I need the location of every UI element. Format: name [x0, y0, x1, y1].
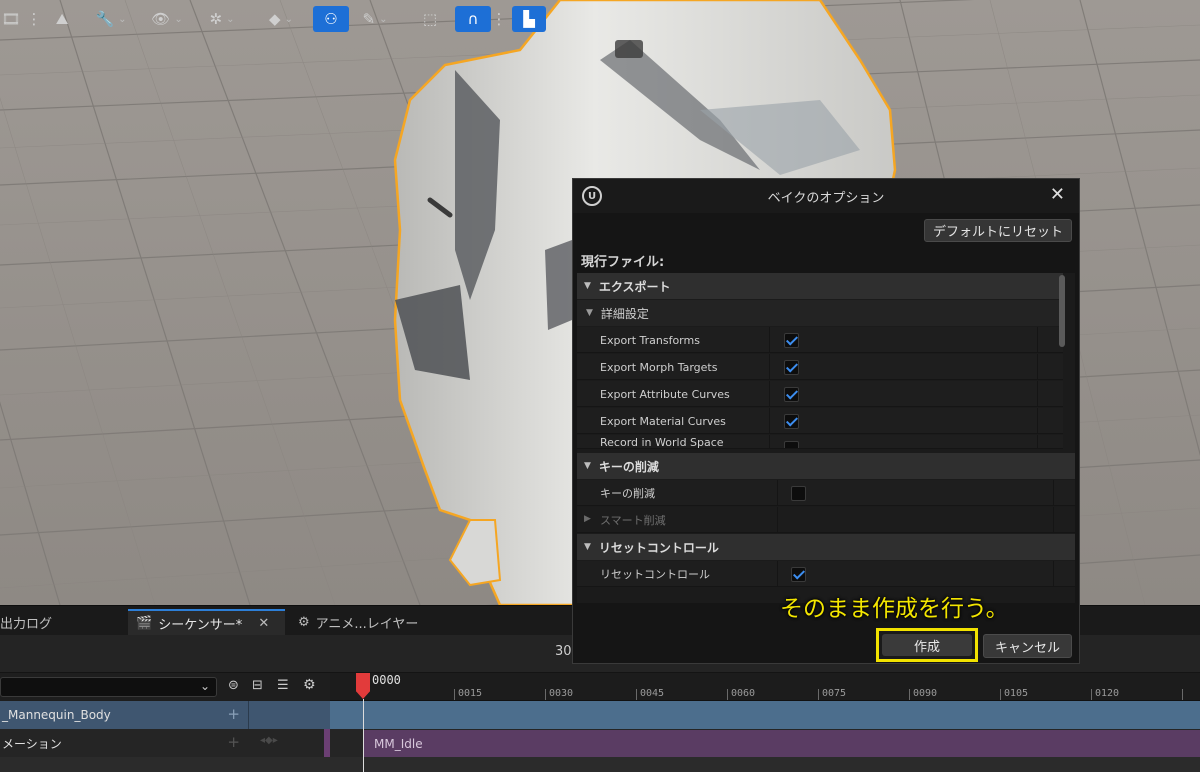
- wrench-icon[interactable]: 🔧 ⌄: [92, 6, 130, 32]
- expand-triangle-icon: ▼: [584, 281, 591, 291]
- clapperboard-icon: 🎬: [136, 616, 153, 631]
- more-options-icon[interactable]: ⋮: [492, 6, 507, 32]
- current-frame-label: 0000: [372, 673, 401, 687]
- tick-label: 0045: [640, 688, 665, 699]
- time-ruler[interactable]: 0015 0030 0045 0060 0075 0090 0105 0120: [330, 673, 1200, 701]
- tick-label: 0090: [913, 688, 938, 699]
- track-key-area: [248, 701, 330, 729]
- current-file-label: 現行ファイル:: [581, 255, 665, 270]
- tab-label: アニメ...レイヤー: [315, 617, 419, 632]
- gear-icon[interactable]: ⚙: [303, 677, 316, 693]
- tick-label: 0075: [822, 688, 847, 699]
- export-transforms-checkbox[interactable]: [784, 333, 799, 348]
- create-button[interactable]: 作成: [882, 634, 972, 656]
- close-icon[interactable]: ✕: [258, 616, 269, 631]
- dialog-title-bar: ベイクのオプション: [573, 179, 1079, 213]
- frame-rate-label[interactable]: 30: [555, 644, 572, 659]
- render-movie-icon[interactable]: 🎞: [0, 6, 22, 32]
- tick-label: 0120: [1095, 688, 1120, 699]
- cancel-button[interactable]: キャンセル: [983, 634, 1072, 658]
- layers-icon: ⚙: [298, 615, 310, 630]
- collapsed-triangle-icon: ▶: [584, 514, 591, 524]
- tab-anim-layers[interactable]: ⚙ アニメ...レイヤー: [290, 609, 426, 636]
- dialog-title: ベイクのオプション: [767, 190, 885, 206]
- expand-icon[interactable]: ⊟: [252, 678, 263, 693]
- tab-sequencer[interactable]: 🎬 シーケンサー* ✕: [128, 609, 285, 636]
- tick-label: 0030: [549, 688, 574, 699]
- reset-to-defaults-button[interactable]: デフォルトにリセット: [924, 219, 1072, 242]
- playhead-line: [363, 699, 364, 772]
- snap-magnet-icon[interactable]: ∩: [455, 6, 491, 32]
- add-track-icon[interactable]: +: [227, 705, 240, 723]
- tab-label: 出力ログ: [0, 617, 53, 632]
- select-icon[interactable]: ⬚: [418, 6, 442, 32]
- prop-record-in-world-space: Record in World Space: [577, 435, 1063, 449]
- actor-to-sequencer-icon[interactable]: ⛰: [50, 6, 74, 32]
- tab-output-log[interactable]: 出力ログ: [0, 609, 60, 636]
- track-tree-header: ⌄ ⊜ ⊟ ☰ ⚙: [0, 673, 330, 701]
- expand-triangle-icon: ▼: [586, 308, 593, 318]
- chevron-down-icon: ⌄: [199, 679, 210, 693]
- prop-export-material-curves: Export Material Curves: [577, 408, 1063, 434]
- tab-label: シーケンサー*: [158, 618, 243, 633]
- export-material-curves-checkbox[interactable]: [784, 414, 799, 429]
- expand-triangle-icon: ▼: [584, 542, 591, 552]
- prev-key-icon[interactable]: ◂◆▸: [260, 735, 278, 746]
- more-options-icon[interactable]: ⋮: [27, 6, 42, 32]
- tick-label: 0060: [731, 688, 756, 699]
- create-button-highlight: 作成: [876, 628, 978, 662]
- category-key-reduction[interactable]: ▼ キーの削減: [577, 453, 1075, 479]
- actor-track-lane[interactable]: [330, 701, 1200, 729]
- tick-label: 0105: [1004, 688, 1029, 699]
- eye-icon[interactable]: 👁 ⌄: [148, 6, 186, 32]
- add-track-icon[interactable]: +: [227, 733, 240, 751]
- list-icon[interactable]: ☰: [277, 678, 289, 693]
- prop-smart-reduce[interactable]: ▶ スマート削減: [577, 507, 1075, 533]
- close-icon[interactable]: ✕: [1050, 184, 1065, 205]
- prop-export-morph-targets: Export Morph Targets: [577, 354, 1063, 380]
- playback-options-icon[interactable]: ✲ ⌄: [202, 6, 242, 32]
- property-list: ▼ エクスポート ▼ 詳細設定 Export Transforms Export…: [577, 273, 1075, 603]
- auto-key-icon[interactable]: ⚇: [313, 6, 349, 32]
- animation-section[interactable]: MM_Idle: [364, 730, 1200, 757]
- category-reset-controls[interactable]: ▼ リセットコントロール: [577, 534, 1075, 560]
- prop-reset-controls: リセットコントロール: [577, 561, 1075, 587]
- prop-key-reduction: キーの削減: [577, 480, 1075, 506]
- unreal-logo-icon: U: [582, 186, 602, 206]
- subcategory-advanced[interactable]: ▼ 詳細設定: [577, 300, 1063, 326]
- prop-export-attribute-curves: Export Attribute Curves: [577, 381, 1063, 407]
- collapse-icon[interactable]: ⊜: [228, 678, 239, 693]
- tick-label: 0015: [458, 688, 483, 699]
- annotation-caption: そのまま作成を行う。: [780, 596, 1009, 622]
- track-key-area: ◂◆▸: [248, 729, 330, 757]
- expand-triangle-icon: ▼: [584, 461, 591, 471]
- track-label: _Mannequin_Body +: [0, 701, 248, 729]
- track-label: メーション +: [0, 729, 248, 757]
- property-scrollbar[interactable]: [1059, 275, 1065, 347]
- pen-icon[interactable]: ✎ ⌄: [356, 6, 394, 32]
- export-attribute-curves-checkbox[interactable]: [784, 387, 799, 402]
- keyframe-icon[interactable]: ◆ ⌄: [262, 6, 300, 32]
- frame-range-icon[interactable]: ▙: [512, 6, 546, 32]
- prop-export-transforms: Export Transforms: [577, 327, 1063, 353]
- animation-track-lane[interactable]: MM_Idle: [330, 729, 1200, 757]
- record-in-world-space-checkbox[interactable]: [784, 441, 799, 448]
- export-morph-targets-checkbox[interactable]: [784, 360, 799, 375]
- reset-controls-checkbox[interactable]: [791, 567, 806, 582]
- category-export[interactable]: ▼ エクスポート: [577, 273, 1063, 299]
- track-row-animation[interactable]: メーション + ◂◆▸ MM_Idle: [0, 729, 1200, 757]
- track-row-actor[interactable]: _Mannequin_Body +: [0, 701, 1200, 729]
- track-filter-combo[interactable]: ⌄: [0, 677, 217, 697]
- key-reduction-checkbox[interactable]: [791, 486, 806, 501]
